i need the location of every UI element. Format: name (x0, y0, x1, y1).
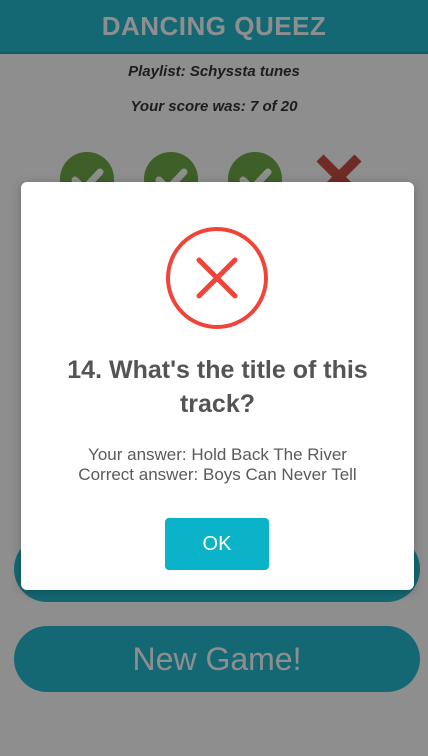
ok-button[interactable]: OK (165, 518, 269, 570)
answer-dialog: 14. What's the title of this track? Your… (21, 182, 414, 590)
correct-answer-text: Correct answer: Boys Can Never Tell (78, 465, 357, 484)
dialog-answers: Your answer: Hold Back The River Correct… (41, 445, 394, 485)
your-answer-text: Your answer: Hold Back The River (88, 445, 347, 464)
error-x-icon (165, 226, 269, 330)
dialog-question: 14. What's the title of this track? (67, 356, 368, 418)
